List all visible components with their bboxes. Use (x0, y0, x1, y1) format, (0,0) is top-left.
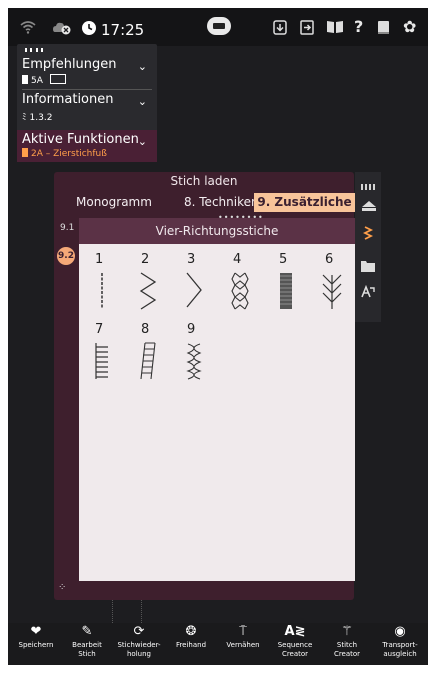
drag-handle-icon[interactable] (25, 48, 43, 52)
recommendations-title[interactable]: Empfehlungen (22, 57, 117, 72)
zigzag-stitch-icon (139, 272, 157, 310)
repeat-icon: ⟳ (133, 624, 145, 639)
wide-zigzag-stitch-icon (186, 272, 202, 308)
stitch-category-icon[interactable] (361, 225, 375, 240)
satin-stitch-icon (280, 273, 292, 309)
guide-line (141, 598, 142, 623)
chevron-down-icon[interactable]: ⌄ (138, 95, 147, 108)
right-tool-strip (355, 172, 381, 322)
straight-stitch-icon (101, 273, 103, 309)
honeycomb-stitch-icon (231, 272, 249, 310)
chevron-down-icon[interactable]: ⌄ (138, 135, 147, 148)
exit-icon[interactable] (300, 20, 314, 38)
information-value: ﾐ 1.3.2 (22, 113, 53, 123)
information-title[interactable]: Informationen (22, 92, 114, 107)
feed-balance-button[interactable]: ◉ Transport- ausgleich (374, 623, 426, 659)
needle-plate-icon (49, 74, 66, 84)
slanted-stitch-icon (140, 342, 156, 380)
guide-line (112, 598, 113, 623)
wifi-icon[interactable] (20, 21, 36, 37)
machine-icon[interactable] (207, 17, 231, 35)
edit-stitch-button[interactable]: ✎ Bearbeit Stich (61, 623, 113, 659)
stitch-load-dialog: Stich laden Monogramm 8. Techniken 9. Zu… (54, 172, 355, 600)
manual-icon[interactable] (377, 20, 390, 38)
info-panel: Empfehlungen ⌄ 5A Informationen ⌄ ﾐ 1.3.2… (17, 44, 157, 162)
help-icon[interactable]: ? (354, 19, 363, 35)
font-edit-icon[interactable] (361, 284, 375, 298)
stitch-icon: ﾐ (22, 113, 27, 123)
dialog-title: Stich laden (170, 174, 238, 188)
tab-zusaetzliche[interactable]: 9. Zusätzliche (254, 193, 355, 212)
active-function-value: 2A – Zierstichfuß (22, 148, 107, 159)
status-bar: 17:25 ? ✿ (8, 8, 428, 46)
stitch-tile[interactable]: 1 (79, 249, 125, 319)
device-screen: 17:25 ? ✿ Empfehlungen ⌄ 5A Informatione… (8, 8, 428, 665)
side-tab-9-1[interactable]: 9.1 (60, 223, 74, 233)
divider (22, 89, 152, 90)
tie-off-button[interactable]: ⍑ Vernähen (217, 623, 269, 650)
active-functions-title: Aktive Funktionen (22, 132, 139, 147)
sewing-machine-icon[interactable] (361, 197, 376, 211)
gear-icon[interactable]: ✿ (403, 19, 416, 35)
folder-icon[interactable] (361, 257, 375, 272)
download-icon[interactable] (273, 20, 287, 38)
freehand-icon: ❂ (185, 624, 197, 639)
active-functions-section[interactable]: Aktive Funktionen ⌄ 2A – Zierstichfuß (17, 130, 157, 162)
book-icon[interactable] (326, 20, 344, 37)
presser-foot-icon (22, 75, 28, 84)
stitch-tile[interactable]: 6 (309, 249, 355, 319)
tie-off-icon: ⍑ (239, 624, 247, 639)
balance-icon: ◉ (394, 624, 406, 639)
stitch-tile[interactable]: 8 (125, 319, 171, 389)
resize-handle-icon[interactable]: ⁘ (58, 582, 66, 593)
sequence-icon: A≷ (284, 624, 306, 639)
ladder-stitch-icon (95, 343, 108, 379)
stitch-creator-icon: ⚚ (341, 624, 353, 639)
category-tabs: Monogramm 8. Techniken 9. Zusätzliche (76, 193, 355, 212)
sequence-creator-button[interactable]: A≷ Sequence Creator (269, 623, 321, 659)
side-tab-9-2[interactable]: 9.2 (57, 247, 75, 265)
arrow-stitch-icon (322, 274, 342, 309)
serpentine-stitch-icon (186, 343, 202, 380)
stitch-tile[interactable]: 3 (171, 249, 217, 319)
edit-stitch-icon: ✎ (81, 624, 93, 639)
drag-handle-icon[interactable] (361, 175, 375, 190)
save-button[interactable]: ❤ Speichern (10, 623, 62, 650)
freehand-button[interactable]: ❂ Freihand (165, 623, 217, 650)
cloud-status-icon[interactable] (52, 21, 72, 38)
clock-icon (81, 20, 97, 39)
stitch-tile[interactable]: 9 (171, 319, 217, 389)
status-time: 17:25 (101, 21, 145, 39)
stitch-grid: 1 2 3 4 5 6 7 8 9 (79, 244, 355, 581)
subcategory-title: Vier-Richtungsstiche (79, 218, 355, 244)
stitch-tile[interactable]: 2 (125, 249, 171, 319)
stitch-tile[interactable]: 7 (79, 319, 125, 389)
presser-foot-icon (22, 148, 28, 157)
recommendations-value: 5A (22, 74, 66, 86)
chevron-down-icon[interactable]: ⌄ (138, 60, 147, 73)
heart-icon: ❤ (30, 624, 42, 639)
tab-monogramm[interactable]: Monogramm (76, 193, 168, 212)
stitch-tile[interactable]: 4 (217, 249, 263, 319)
bottom-toolbar: ❤ Speichern ✎ Bearbeit Stich ⟳ Stichwied… (8, 623, 428, 665)
stitch-repeat-button[interactable]: ⟳ Stichwieder- holung (113, 623, 165, 659)
stitch-tile[interactable]: 5 (263, 249, 309, 319)
stitch-creator-button[interactable]: ⚚ Stitch Creator (321, 623, 373, 659)
